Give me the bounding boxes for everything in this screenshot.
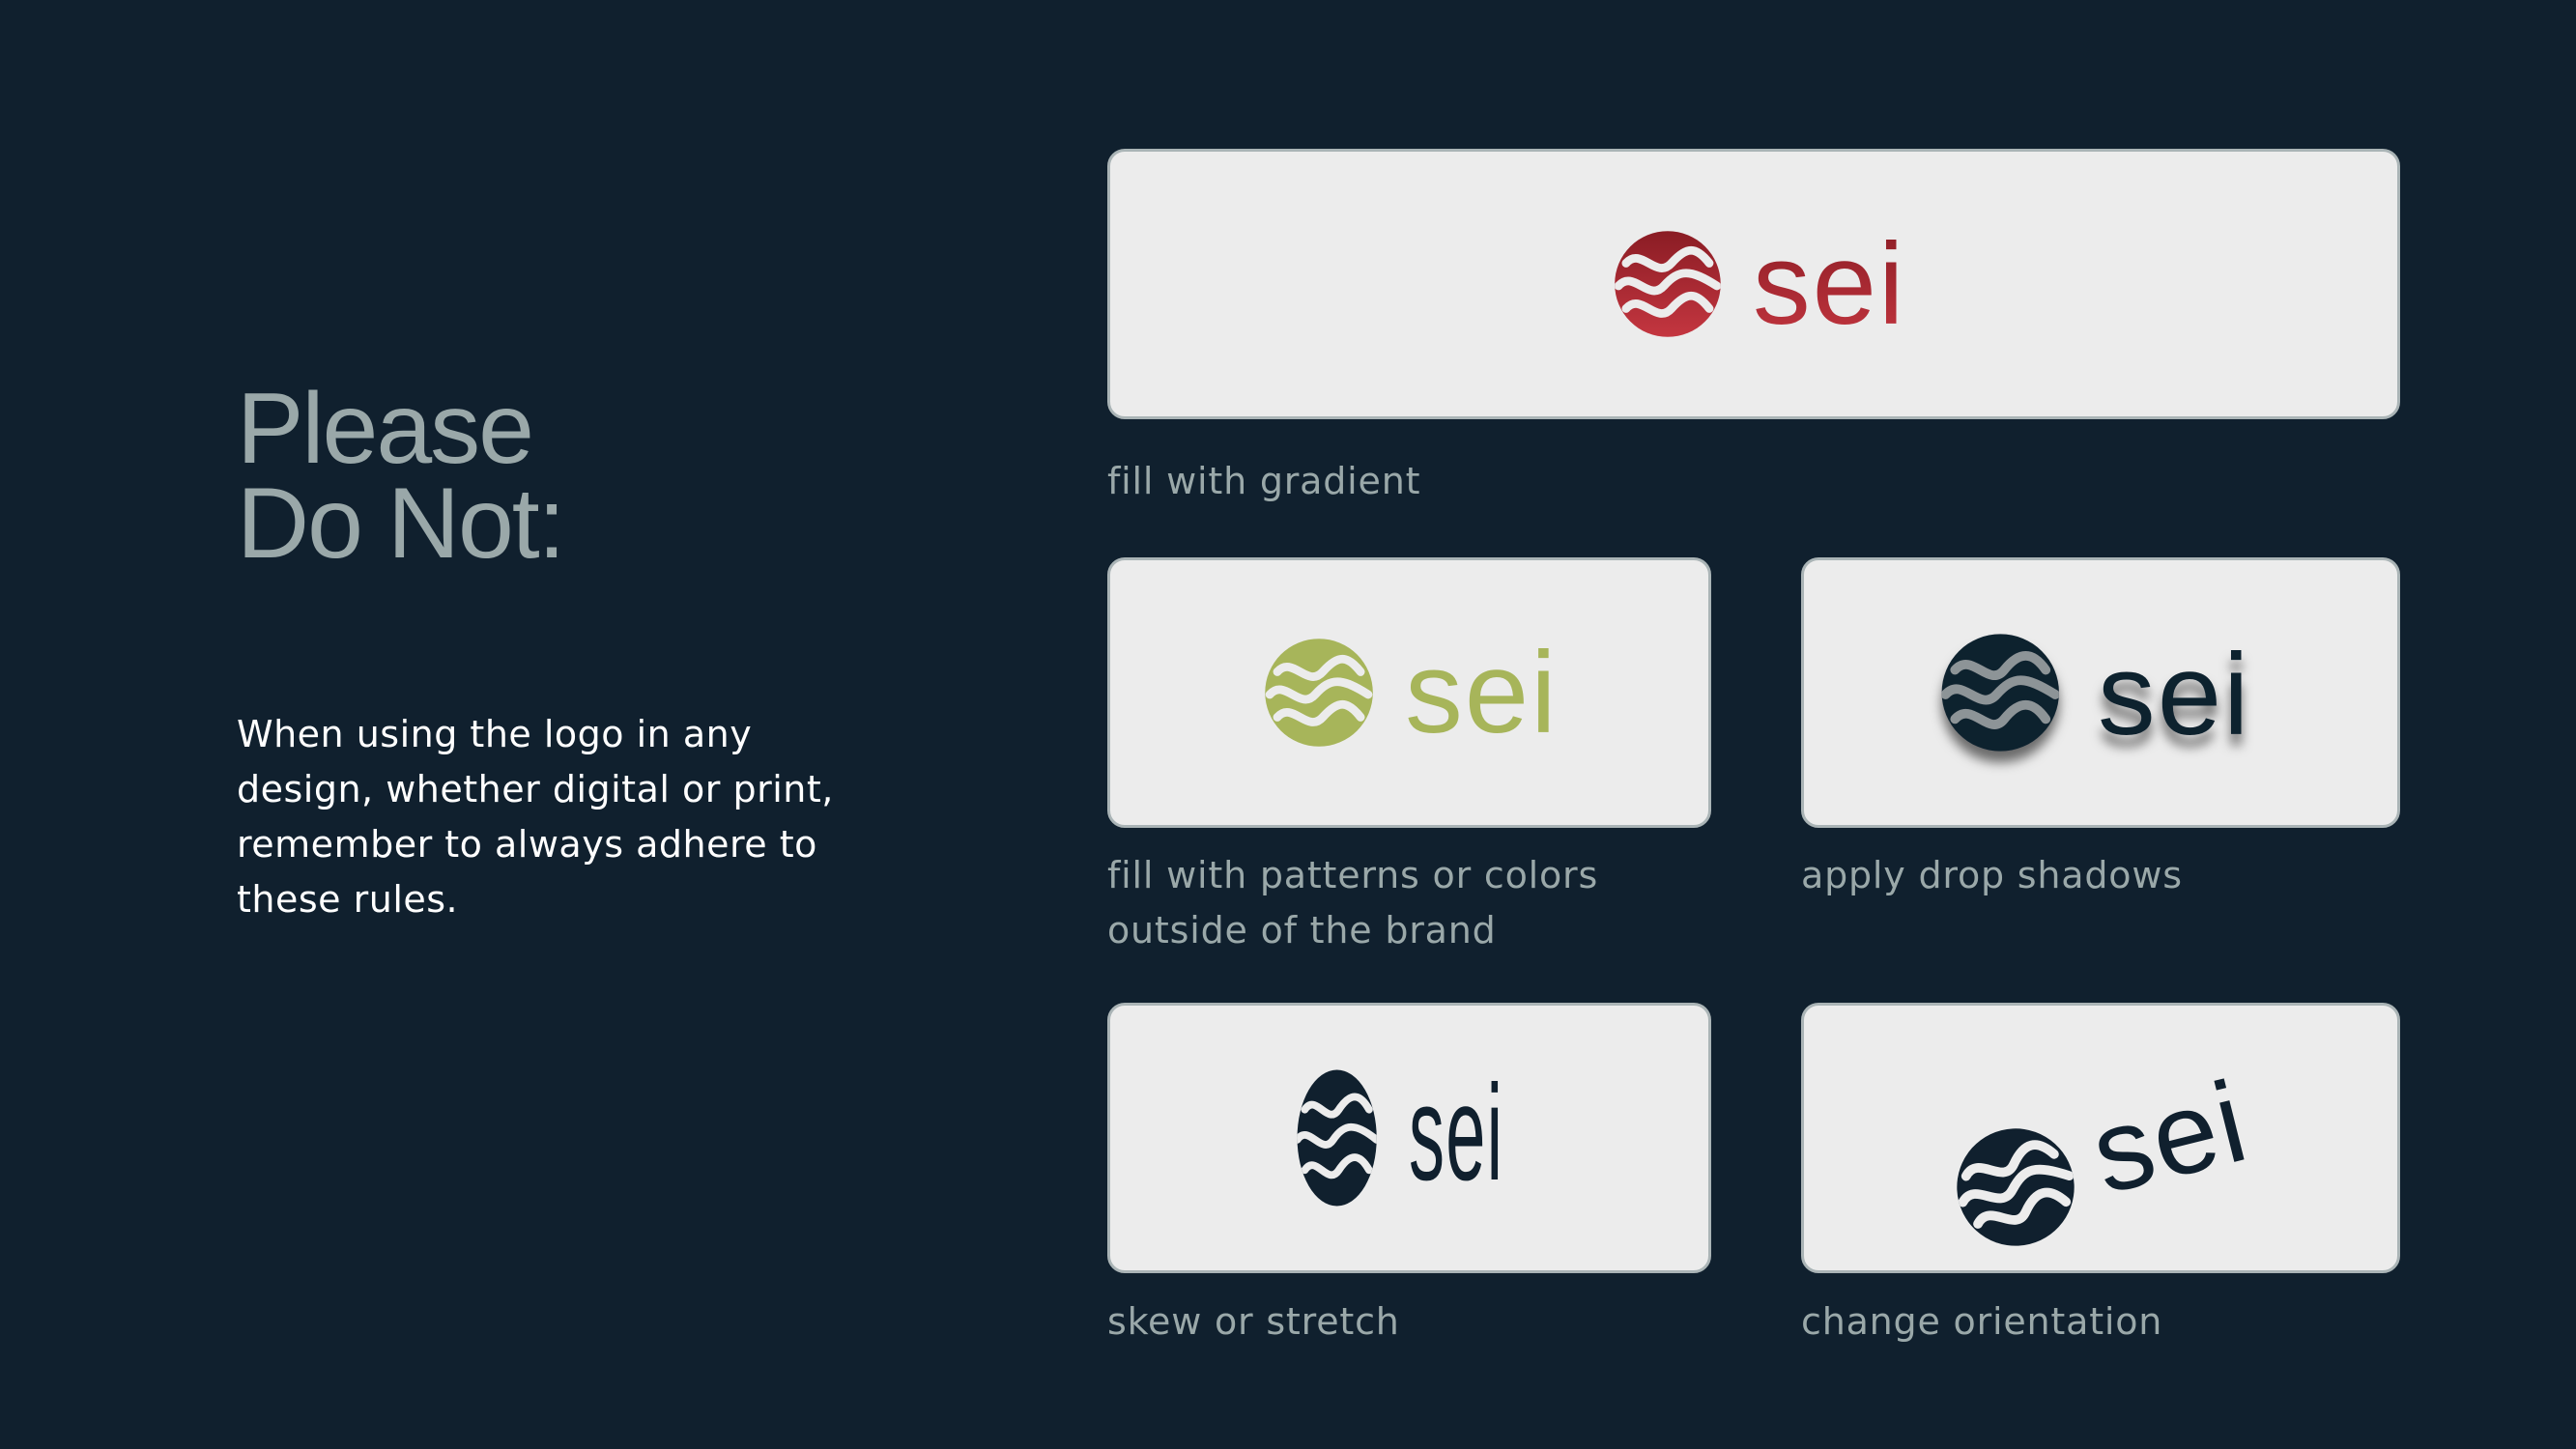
sei-wordmark: sei	[1405, 629, 1558, 757]
caption-colors: fill with patterns or colors outside of …	[1107, 854, 1599, 952]
logo-rotated: sei	[1957, 1057, 2260, 1246]
sei-wave-icon	[1941, 634, 2059, 752]
intro-text: When using the logo in any design, wheth…	[237, 713, 834, 921]
example-card-shadow: sei	[1801, 557, 2400, 828]
heading-line-1: Please	[237, 373, 534, 485]
example-card-skew: sei	[1107, 1003, 1711, 1273]
logo-off-brand-color: sei	[1265, 629, 1558, 757]
sei-wave-icon	[1615, 231, 1721, 337]
logo-drop-shadow: sei	[1941, 631, 2250, 759]
logo-skewed: sei	[1297, 1056, 1503, 1208]
caption-skew: skew or stretch	[1107, 1300, 1400, 1343]
sei-wave-icon	[1957, 1128, 2075, 1246]
sei-wave-icon	[1297, 1069, 1377, 1207]
sei-wordmark: sei	[1753, 220, 1905, 349]
caption-gradient: fill with gradient	[1107, 460, 1421, 502]
caption-shadow: apply drop shadows	[1801, 854, 2183, 896]
caption-rotate: change orientation	[1801, 1300, 2163, 1343]
example-card-colors: sei	[1107, 557, 1711, 828]
heading-line-2: Do Not:	[237, 468, 566, 580]
sei-wordmark: sei	[1409, 1056, 1503, 1208]
page-heading: Please Do Not:	[237, 373, 566, 580]
sei-wordmark: sei	[2098, 631, 2250, 759]
example-card-gradient: sei	[1107, 149, 2400, 419]
sei-wave-icon	[1265, 639, 1373, 747]
sei-wordmark: sei	[2080, 1057, 2260, 1218]
example-card-rotate: sei	[1801, 1003, 2400, 1273]
logo-gradient: sei	[1615, 220, 1905, 349]
